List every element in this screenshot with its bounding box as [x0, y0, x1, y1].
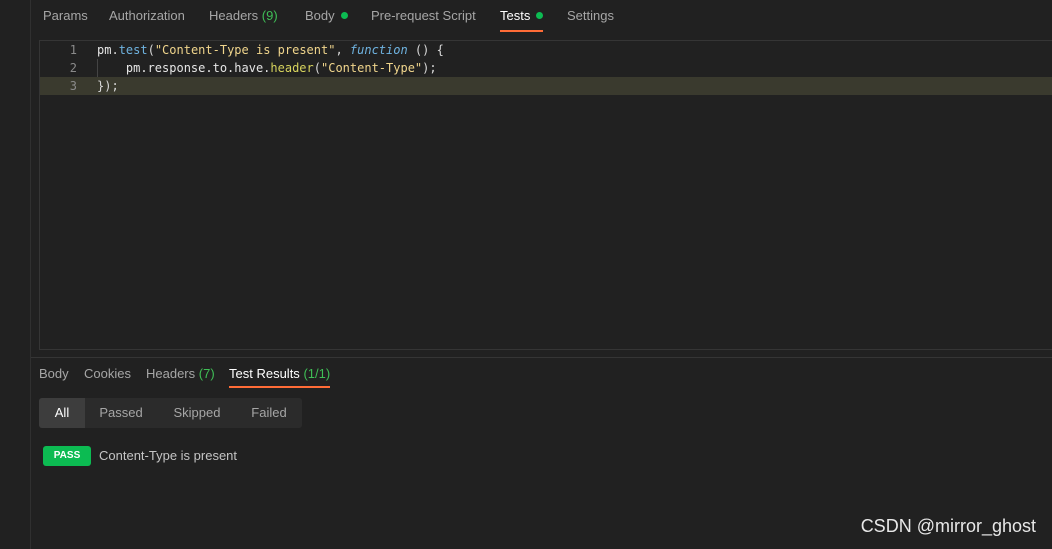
filter-passed[interactable]: Passed	[89, 398, 153, 428]
tab-label: Tests	[500, 8, 531, 23]
test-results-filter: All Passed Skipped Failed	[39, 398, 302, 428]
code-token: );	[422, 61, 437, 75]
headers-count: (9)	[261, 8, 278, 23]
filter-skipped[interactable]: Skipped	[163, 398, 231, 428]
tab-label: Cookies	[84, 366, 131, 381]
modified-dot-icon	[536, 12, 544, 19]
tab-label: Pre-request Script	[371, 8, 476, 23]
code-token: (	[147, 43, 155, 57]
code-token: pm	[97, 43, 112, 57]
code-text: });	[97, 79, 119, 93]
tests-script-editor[interactable]: 1 pm.test("Content-Type is present", fun…	[39, 40, 1052, 350]
postman-app: Params Authorization Headers (9) Body Pr…	[0, 0, 1052, 549]
tab-label: Params	[43, 8, 88, 23]
code-token: function	[349, 43, 408, 57]
test-results-count: (1/1)	[303, 366, 331, 381]
line-number: 3	[69, 79, 77, 93]
tab-label: Settings	[567, 8, 614, 23]
tab-label: Authorization	[109, 8, 185, 23]
filter-all[interactable]: All	[39, 398, 85, 428]
tab-settings[interactable]: Settings	[567, 0, 614, 32]
watermark-text: CSDN @mirror_ghost	[860, 516, 1036, 536]
headers-count: (7)	[198, 366, 215, 381]
code-line: 1 pm.test("Content-Type is present", fun…	[40, 41, 1052, 59]
pane-resize-divider[interactable]	[31, 357, 1052, 358]
status-badge: PASS	[43, 446, 91, 466]
tab-headers[interactable]: Headers (9)	[209, 0, 278, 32]
tab-label: Test Results	[229, 366, 300, 381]
code-token: header	[270, 61, 314, 75]
code-token: "Content-Type"	[321, 61, 423, 75]
test-name: Content-Type is present	[99, 448, 238, 463]
code-line: 2 pm.response.to.have.header("Content-Ty…	[40, 59, 1052, 77]
code-token: (	[313, 61, 321, 75]
code-text: pm.test("Content-Type is present", funct…	[97, 41, 444, 59]
modified-dot-icon	[340, 12, 348, 19]
response-tab-body[interactable]: Body	[39, 360, 69, 388]
code-token: "Content-Type is present"	[154, 43, 336, 57]
code-token: test	[118, 43, 148, 57]
request-tabs: Params Authorization Headers (9) Body Pr…	[31, 0, 1052, 36]
tab-label: Headers	[209, 8, 259, 23]
line-number: 2	[69, 61, 77, 75]
tab-pre-request-script[interactable]: Pre-request Script	[371, 0, 476, 32]
code-token: pm.response.to.have.	[125, 61, 271, 75]
line-number: 1	[69, 43, 77, 57]
tab-params[interactable]: Params	[43, 0, 88, 32]
response-tab-headers[interactable]: Headers (7)	[146, 360, 215, 388]
tab-label: Body	[305, 8, 335, 23]
left-sidebar-rail	[0, 0, 31, 549]
tab-body[interactable]: Body	[305, 0, 348, 32]
tab-label: Headers	[146, 366, 196, 381]
code-token: ,	[335, 43, 350, 57]
code-text: pm.response.to.have.header("Content-Type…	[97, 59, 437, 77]
code-token: .	[111, 43, 119, 57]
filter-failed[interactable]: Failed	[239, 398, 299, 428]
response-tab-cookies[interactable]: Cookies	[84, 360, 131, 388]
response-tab-test-results[interactable]: Test Results (1/1)	[229, 360, 331, 388]
tab-tests[interactable]: Tests	[500, 0, 544, 32]
code-token: () {	[407, 43, 444, 57]
tab-authorization[interactable]: Authorization	[109, 0, 185, 32]
tab-label: Body	[39, 366, 69, 381]
code-line-active: 3 });	[40, 77, 1052, 95]
response-tabs: Body Cookies Headers (7) Test Results (1…	[31, 360, 1052, 392]
